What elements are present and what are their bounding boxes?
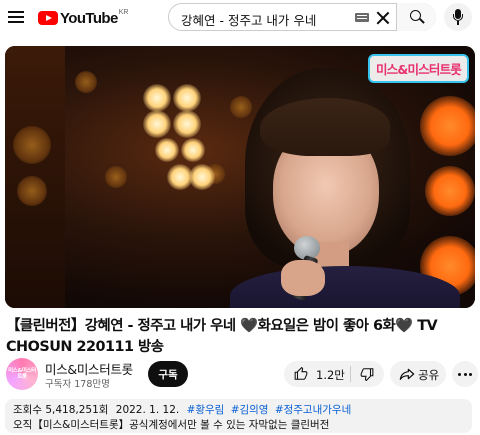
video-player[interactable]: 미스&미스터트롯 bbox=[5, 46, 475, 308]
hashtag-link[interactable]: #황우림 bbox=[187, 404, 225, 416]
upload-date: 2022. 1. 12. bbox=[115, 404, 180, 416]
channel-row: 미스&미스터트롯 미스&미스터트롯 구독자 178만명 구독 1.2만 공유 bbox=[6, 358, 478, 392]
subscriber-count: 구독자 178만명 bbox=[45, 379, 110, 390]
hashtag-link[interactable]: #정주고내가우네 bbox=[275, 404, 351, 416]
channel-avatar[interactable]: 미스&미스터트롯 bbox=[6, 358, 38, 390]
description-box[interactable]: 조회수 5,418,251회 2022. 1. 12. #황우림 #김의영 #정… bbox=[5, 399, 472, 433]
logo-country-code: KR bbox=[118, 8, 129, 16]
subscribe-button[interactable]: 구독 bbox=[148, 361, 188, 387]
channel-watermark: 미스&미스터트롯 bbox=[367, 54, 469, 83]
youtube-play-icon bbox=[38, 11, 58, 25]
more-actions-button[interactable] bbox=[452, 361, 478, 387]
menu-icon[interactable] bbox=[8, 8, 24, 26]
description-text: 오직【미스&미스터트롯】공식계정에서만 볼 수 있는 자막없는 클린버전 bbox=[13, 419, 330, 431]
voice-search-button[interactable] bbox=[444, 3, 472, 31]
logo-text: YouTube bbox=[60, 9, 118, 27]
like-count: 1.2만 bbox=[316, 368, 345, 382]
description-meta: 조회수 5,418,251회 2022. 1. 12. #황우림 #김의영 #정… bbox=[13, 403, 464, 418]
video-title: 【클린버전】강혜연 - 정주고 내가 우네 🖤화요일은 밤이 좋아 6화🖤 TV… bbox=[6, 318, 438, 355]
search-input[interactable]: 강혜연 - 정주고 내가 우네 bbox=[181, 10, 316, 29]
search-icon bbox=[410, 10, 421, 21]
search-button[interactable] bbox=[396, 3, 436, 31]
like-dislike-group: 1.2만 bbox=[284, 361, 384, 387]
thumbs-up-icon bbox=[294, 367, 308, 380]
avatar-text: 미스&미스터트롯 bbox=[8, 368, 36, 380]
hashtag-link[interactable]: #김의영 bbox=[231, 404, 269, 416]
keyboard-icon[interactable] bbox=[355, 13, 369, 22]
more-dots-icon bbox=[458, 373, 461, 376]
view-count: 조회수 5,418,251회 bbox=[13, 404, 109, 416]
thumbs-down-icon[interactable] bbox=[360, 367, 374, 381]
youtube-logo[interactable]: YouTube KR bbox=[38, 8, 128, 28]
like-divider bbox=[350, 366, 351, 382]
like-button[interactable]: 1.2만 bbox=[284, 361, 350, 387]
share-icon bbox=[399, 368, 415, 380]
top-bar: YouTube KR 강혜연 - 정주고 내가 우네 bbox=[0, 0, 480, 36]
share-button[interactable]: 공유 bbox=[390, 361, 446, 387]
share-label: 공유 bbox=[418, 368, 440, 382]
search-box: 강혜연 - 정주고 내가 우네 bbox=[168, 3, 436, 31]
clear-search-icon[interactable] bbox=[373, 8, 393, 28]
